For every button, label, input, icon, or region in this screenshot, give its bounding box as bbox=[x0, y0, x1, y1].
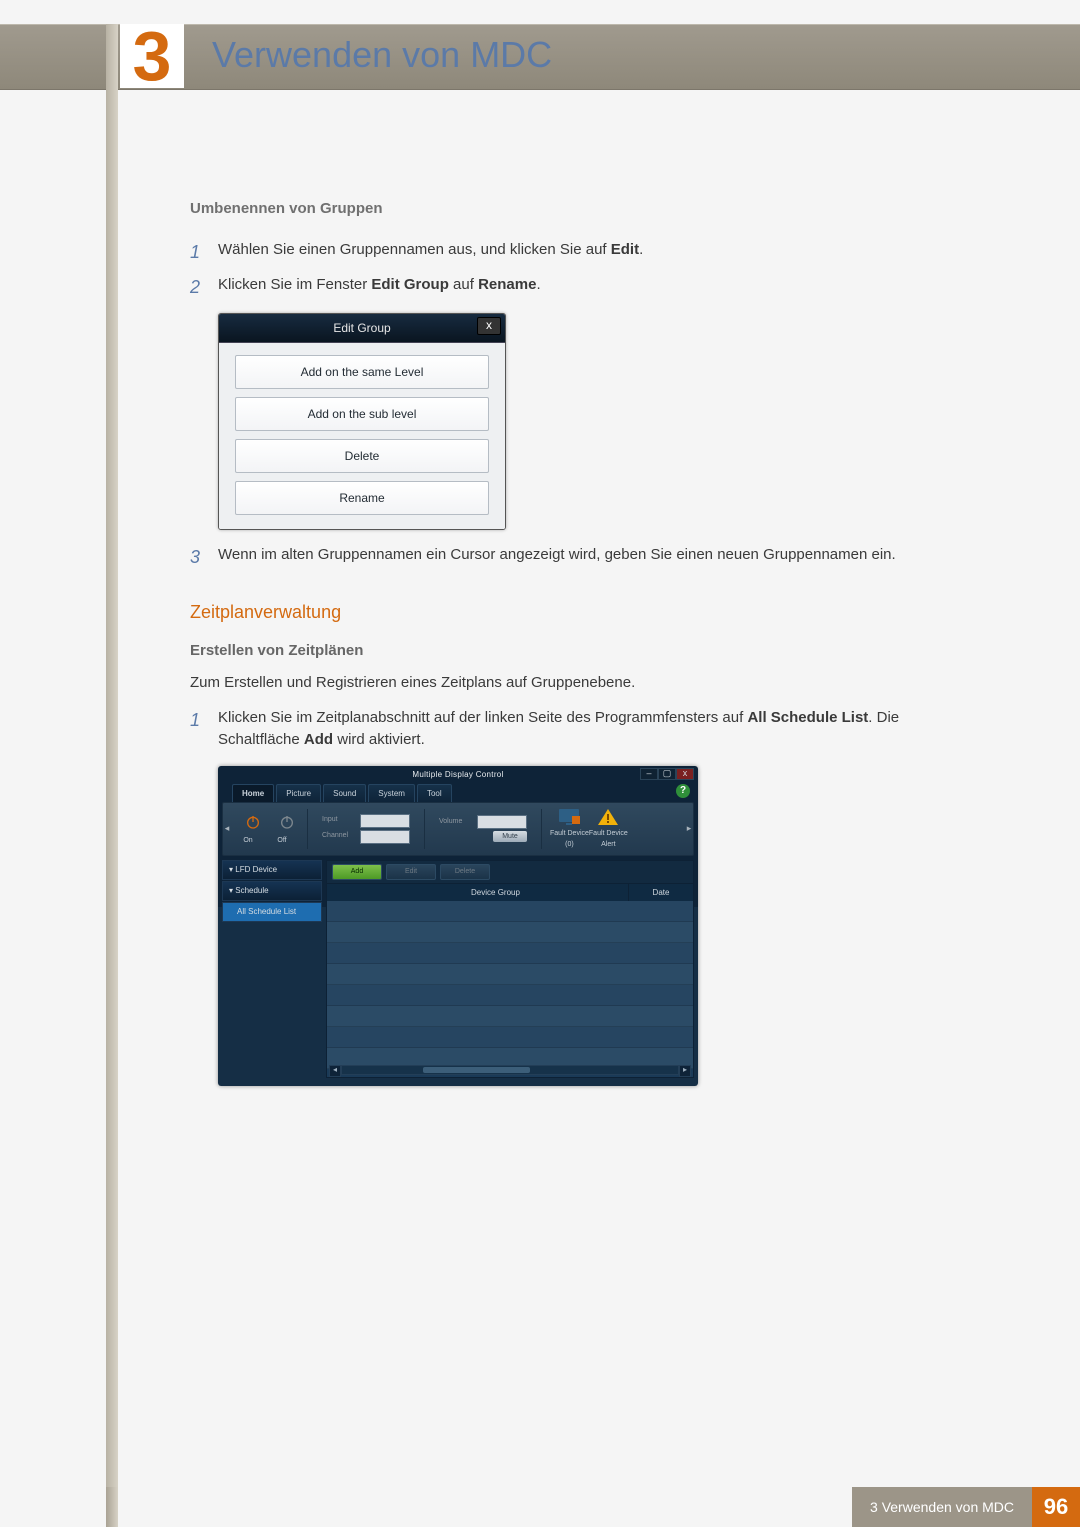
separator bbox=[424, 809, 425, 849]
mdc-app-window: Multiple Display Control – ▢ x ? Home Pi… bbox=[218, 766, 698, 1086]
dialog-title: Edit Group bbox=[333, 321, 390, 335]
option-rename[interactable]: Rename bbox=[235, 481, 489, 515]
step-1: 1 Wählen Sie einen Gruppennamen aus, und… bbox=[190, 239, 980, 266]
scroll-thumb[interactable] bbox=[423, 1067, 531, 1073]
tab-sound[interactable]: Sound bbox=[323, 784, 366, 804]
table-row[interactable] bbox=[327, 1006, 693, 1027]
table-row[interactable] bbox=[327, 1027, 693, 1048]
separator bbox=[307, 809, 308, 849]
left-rail bbox=[106, 24, 118, 1502]
ribbon-scroll-left[interactable]: ◂ bbox=[223, 803, 231, 855]
edit-group-dialog: Edit Group x Add on the same Level Add o… bbox=[218, 313, 506, 530]
grid-header-device-group: Device Group bbox=[363, 884, 628, 902]
table-row[interactable] bbox=[327, 985, 693, 1006]
step-number: 1 bbox=[190, 239, 218, 266]
scroll-left-icon[interactable]: ◂ bbox=[329, 1065, 341, 1077]
table-row[interactable] bbox=[327, 922, 693, 943]
alert-icon bbox=[596, 807, 620, 827]
tree-lfd-device[interactable]: ▾ LFD Device bbox=[222, 860, 322, 880]
step-number: 1 bbox=[190, 707, 218, 752]
schedule-grid: Add Edit Delete Device Group Date ◂ bbox=[326, 860, 694, 1078]
input-dropdown[interactable] bbox=[360, 814, 410, 828]
input-label: Input bbox=[322, 815, 358, 826]
step-2: 2 Klicken Sie im Fenster Edit Group auf … bbox=[190, 274, 980, 301]
step-text: Wählen Sie einen Gruppennamen aus, und k… bbox=[218, 239, 980, 266]
help-icon[interactable]: ? bbox=[676, 784, 690, 798]
close-button[interactable]: x bbox=[676, 768, 694, 780]
option-delete[interactable]: Delete bbox=[235, 439, 489, 473]
fault-device[interactable]: Fault Device (0) bbox=[550, 807, 589, 850]
channel-label: Channel bbox=[322, 831, 358, 842]
volume-group: Volume Mute bbox=[433, 813, 533, 844]
edit-button[interactable]: Edit bbox=[386, 864, 436, 880]
ribbon-scroll-right[interactable]: ▸ bbox=[685, 803, 693, 855]
tab-tool[interactable]: Tool bbox=[417, 784, 452, 804]
table-row[interactable] bbox=[327, 943, 693, 964]
step-number: 3 bbox=[190, 544, 218, 571]
grid-toolbar: Add Edit Delete bbox=[327, 861, 693, 884]
step-1b: 1 Klicken Sie im Zeitplanabschnitt auf d… bbox=[190, 707, 980, 752]
step-text: Klicken Sie im Fenster Edit Group auf Re… bbox=[218, 274, 980, 301]
chapter-title: Verwenden von MDC bbox=[212, 34, 552, 76]
tree-schedule[interactable]: ▾ Schedule bbox=[222, 881, 322, 901]
close-icon[interactable]: x bbox=[477, 317, 501, 335]
power-on-icon bbox=[241, 810, 265, 834]
channel-spinner[interactable] bbox=[360, 830, 410, 844]
table-row[interactable] bbox=[327, 964, 693, 985]
power-off-icon bbox=[275, 810, 299, 834]
minimize-button[interactable]: – bbox=[640, 768, 658, 780]
volume-field[interactable] bbox=[477, 815, 527, 829]
horizontal-scrollbar[interactable]: ◂ ▸ bbox=[329, 1065, 691, 1075]
section-heading-umbenennen: Umbenennen von Gruppen bbox=[190, 198, 980, 221]
input-channel-group: Input Channel bbox=[316, 812, 416, 846]
maximize-button[interactable]: ▢ bbox=[658, 768, 676, 780]
footer-page-number: 96 bbox=[1032, 1487, 1080, 1527]
mute-button[interactable]: Mute bbox=[493, 831, 527, 842]
chapter-number-box: 3 bbox=[120, 24, 184, 88]
monitor-icon bbox=[557, 807, 581, 827]
power-on[interactable]: On bbox=[231, 810, 265, 847]
option-add-sub-level[interactable]: Add on the sub level bbox=[235, 397, 489, 431]
step-text: Klicken Sie im Zeitplanabschnitt auf der… bbox=[218, 707, 980, 752]
power-off[interactable]: Off bbox=[265, 810, 299, 847]
chapter-number: 3 bbox=[133, 21, 172, 91]
page-footer: 3 Verwenden von MDC 96 bbox=[106, 1487, 1080, 1527]
tab-home[interactable]: Home bbox=[232, 784, 274, 804]
section-heading-zeitplan: Zeitplanverwaltung bbox=[190, 599, 980, 626]
delete-button[interactable]: Delete bbox=[440, 864, 490, 880]
scroll-right-icon[interactable]: ▸ bbox=[679, 1065, 691, 1077]
separator bbox=[541, 809, 542, 849]
tree-panel: ▾ LFD Device ▾ Schedule All Schedule Lis… bbox=[222, 860, 322, 1080]
grid-header-blank bbox=[327, 884, 363, 902]
scroll-track[interactable] bbox=[341, 1065, 679, 1075]
subsection-heading: Erstellen von Zeitplänen bbox=[190, 640, 980, 663]
step-number: 2 bbox=[190, 274, 218, 301]
tree-all-schedule-list[interactable]: All Schedule List bbox=[222, 902, 322, 922]
add-button[interactable]: Add bbox=[332, 864, 382, 880]
intro-text: Zum Erstellen und Registrieren eines Zei… bbox=[190, 672, 980, 695]
step-text: Wenn im alten Gruppennamen ein Cursor an… bbox=[218, 544, 980, 571]
grid-rows bbox=[327, 901, 693, 1063]
table-row[interactable] bbox=[327, 901, 693, 922]
fault-device-alert[interactable]: Fault Device Alert bbox=[589, 807, 628, 850]
footer-chapter-label: 3 Verwenden von MDC bbox=[852, 1487, 1032, 1527]
menu-tabs: Home Picture Sound System Tool bbox=[232, 784, 452, 804]
ribbon: ◂ On Off Input Channel Volume M bbox=[222, 802, 694, 856]
dialog-body: Add on the same Level Add on the sub lev… bbox=[219, 343, 505, 529]
window-title: Multiple Display Control bbox=[218, 769, 698, 781]
dialog-titlebar: Edit Group x bbox=[219, 314, 505, 343]
grid-header-date: Date bbox=[628, 884, 693, 902]
step-3: 3 Wenn im alten Gruppennamen ein Cursor … bbox=[190, 544, 980, 571]
option-add-same-level[interactable]: Add on the same Level bbox=[235, 355, 489, 389]
tab-picture[interactable]: Picture bbox=[276, 784, 321, 804]
window-controls: – ▢ x bbox=[640, 768, 694, 780]
tab-system[interactable]: System bbox=[368, 784, 415, 804]
page-body: Umbenennen von Gruppen 1 Wählen Sie eine… bbox=[190, 198, 980, 1086]
volume-label: Volume bbox=[439, 817, 475, 828]
